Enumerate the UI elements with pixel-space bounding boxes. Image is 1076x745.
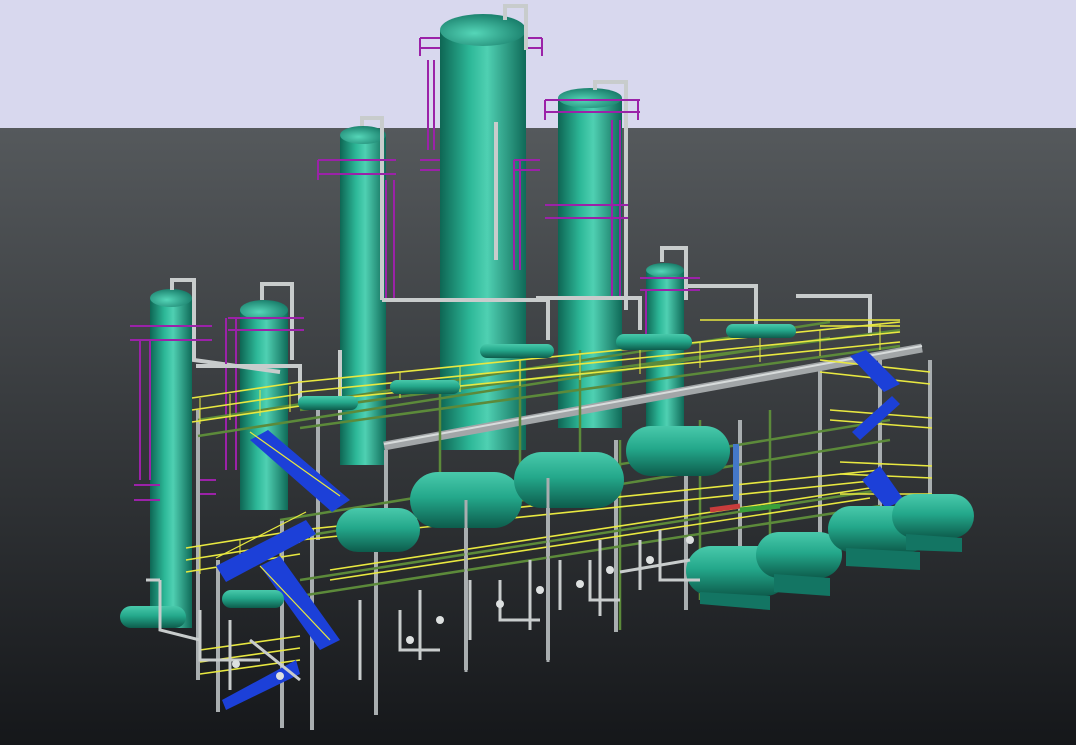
plant-3d-model (0, 0, 1076, 745)
exchanger-bottom-left (120, 606, 186, 628)
drum-4 (626, 426, 730, 476)
plant-3d-viewport[interactable] (0, 0, 1076, 745)
drum-left (336, 508, 420, 552)
exchanger-small-left (222, 590, 284, 608)
sky-background (0, 0, 1076, 128)
drum-3 (514, 452, 624, 508)
